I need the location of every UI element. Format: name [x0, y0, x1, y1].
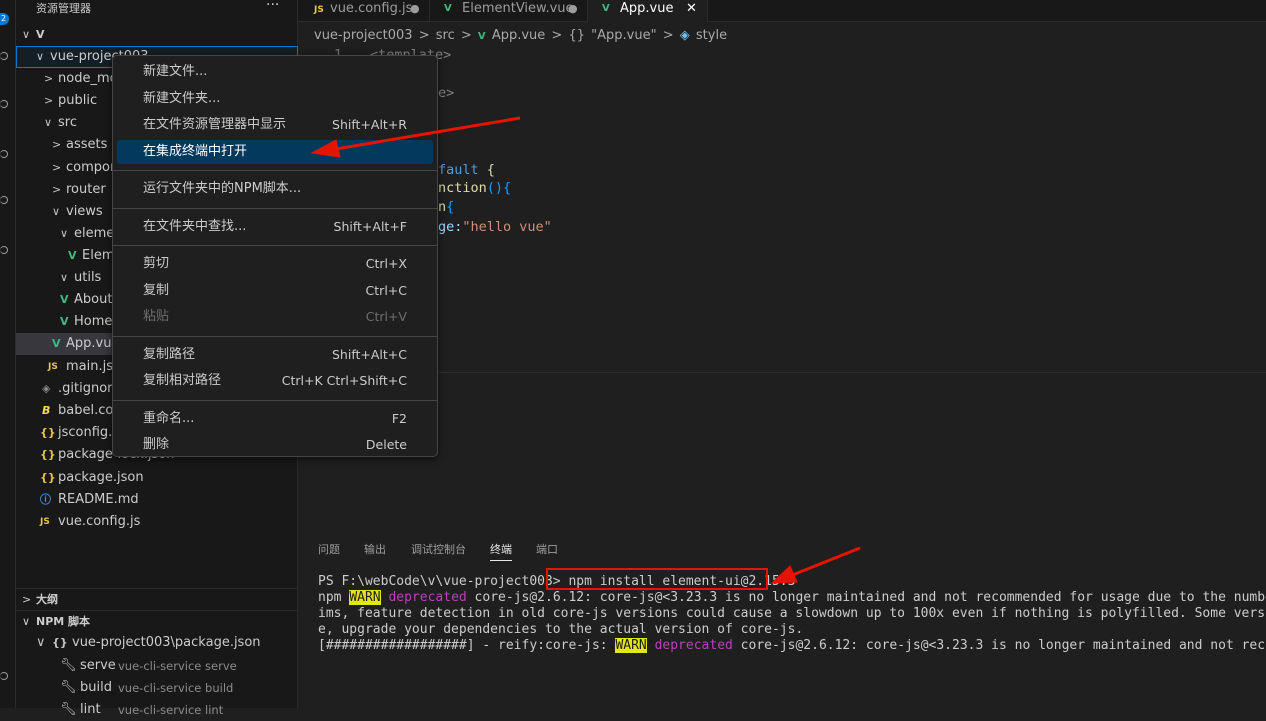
arrowhead-icon — [310, 139, 341, 158]
annotation-arrows — [310, 116, 861, 584]
annotation-arrow-2 — [789, 546, 861, 578]
arrowhead-icon — [770, 565, 798, 584]
annotation-arrow-1 — [329, 116, 521, 152]
